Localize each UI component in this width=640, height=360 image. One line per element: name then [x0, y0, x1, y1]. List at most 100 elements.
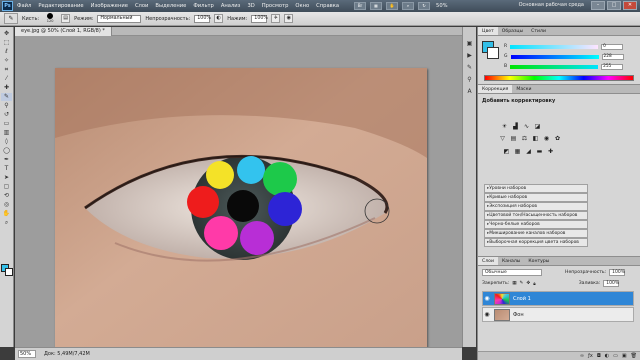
eyedropper-tool-icon[interactable]: ⁄ — [1, 75, 12, 83]
preset-selective-color[interactable]: Выборочная коррекция цвета наборов — [484, 238, 588, 247]
actions-panel-icon[interactable]: ▶ — [465, 51, 475, 60]
layer-opacity-input[interactable]: 100% — [609, 269, 626, 276]
3d-rotate-tool-icon[interactable]: ⟲ — [1, 192, 12, 200]
clone-source-panel-icon[interactable]: ⚲ — [465, 75, 475, 84]
tab-adjustments[interactable]: Коррекция — [478, 85, 513, 93]
zoom-tool-icon[interactable]: ⌕ — [1, 219, 12, 227]
document-size-info[interactable]: Док: 5,49M/7,42M — [44, 351, 90, 357]
history-panel-icon[interactable]: ▣ — [465, 39, 475, 48]
brushes-panel-icon[interactable]: ✎ — [465, 63, 475, 72]
levels-icon[interactable]: ▟ — [511, 123, 520, 131]
history-brush-tool-icon[interactable]: ↺ — [1, 111, 12, 119]
menu-filter[interactable]: Фильтр — [193, 3, 214, 9]
hue-sat-icon[interactable]: ▤ — [509, 135, 518, 143]
minimize-button[interactable]: – — [591, 1, 605, 10]
menu-analysis[interactable]: Анализ — [221, 3, 241, 9]
gradient-tool-icon[interactable]: ▥ — [1, 129, 12, 137]
menu-edit[interactable]: Редактирование — [38, 3, 83, 9]
character-panel-icon[interactable]: A — [465, 87, 475, 96]
brush-panel-toggle-icon[interactable]: ▤ — [61, 14, 71, 23]
curves-icon[interactable]: ∿ — [522, 123, 531, 131]
photo-filter-icon[interactable]: ◉ — [542, 135, 551, 143]
preset-channel-mixer[interactable]: Микширование каналов наборов — [484, 229, 588, 238]
brightness-icon[interactable]: ☀ — [500, 123, 509, 131]
menu-view[interactable]: Просмотр — [262, 3, 289, 9]
airbrush-icon[interactable]: ✈ — [271, 14, 281, 23]
threshold-icon[interactable]: ◢ — [524, 148, 533, 156]
posterize-icon[interactable]: ▦ — [513, 148, 522, 156]
blend-mode-select[interactable]: Нормальный — [97, 14, 142, 23]
menu-image[interactable]: Изображение — [91, 3, 128, 9]
preset-hue-saturation[interactable]: Цветовой тон/Насыщенность наборов — [484, 211, 588, 220]
status-zoom-field[interactable]: 50% — [18, 350, 36, 358]
zoom-level-select[interactable]: 50% — [436, 3, 448, 9]
green-slider[interactable] — [510, 54, 599, 59]
brush-tool-preset-icon[interactable]: ✎ — [4, 13, 18, 24]
layer-style-icon[interactable]: ƒx — [588, 352, 593, 360]
panel-background-color[interactable] — [487, 47, 499, 59]
layer-visibility-eye-icon[interactable]: ◉ — [483, 311, 491, 318]
minibridge-icon[interactable]: ▦ — [370, 2, 383, 10]
lasso-tool-icon[interactable]: ℓ — [1, 48, 12, 56]
link-layers-icon[interactable]: ∞ — [580, 352, 584, 360]
layer-blend-mode-select[interactable]: Обычные — [482, 269, 542, 276]
blur-tool-icon[interactable]: ◊ — [1, 138, 12, 146]
hand-icon[interactable]: ✋ — [386, 2, 399, 10]
add-mask-icon[interactable]: ◘ — [597, 352, 601, 360]
pen-tool-icon[interactable]: ✒ — [1, 156, 12, 164]
type-tool-icon[interactable]: T — [1, 165, 12, 173]
preset-curves[interactable]: Кривые наборов — [484, 193, 588, 202]
new-adjustment-layer-icon[interactable]: ◐ — [605, 352, 609, 360]
preset-levels[interactable]: Уровни наборов — [484, 184, 588, 193]
fill-input[interactable]: 100% — [603, 280, 620, 287]
vibrance-icon[interactable]: ▽ — [498, 135, 507, 143]
document-tab[interactable]: eye.jpg @ 50% (Слой 1, RGB/8) * — [15, 27, 112, 36]
tab-paths[interactable]: Контуры — [524, 257, 553, 265]
move-tool-icon[interactable]: ✥ — [1, 30, 12, 38]
tablet-size-icon[interactable]: ◉ — [284, 14, 294, 23]
exposure-icon[interactable]: ◪ — [533, 123, 542, 131]
crop-tool-icon[interactable]: ⌗ — [1, 66, 12, 74]
tab-styles[interactable]: Стили — [527, 27, 550, 35]
preset-exposure[interactable]: Экспозиция наборов — [484, 202, 588, 211]
invert-icon[interactable]: ◩ — [502, 148, 511, 156]
blue-value-input[interactable]: 255 — [601, 63, 624, 70]
menu-window[interactable]: Окно — [295, 3, 309, 9]
dodge-tool-icon[interactable]: ◯ — [1, 147, 12, 155]
green-value-input[interactable]: 228 — [601, 53, 624, 60]
lock-transparency-icon[interactable]: ▦ — [512, 281, 516, 286]
rotate-view-icon[interactable]: ↻ — [418, 2, 431, 10]
color-balance-icon[interactable]: ⚖ — [520, 135, 529, 143]
bridge-icon[interactable]: Br — [354, 2, 367, 10]
blue-slider[interactable] — [510, 64, 599, 69]
delete-layer-icon[interactable]: 🗑︎ — [631, 352, 637, 360]
menu-layers[interactable]: Слои — [135, 3, 148, 9]
menu-select[interactable]: Выделение — [155, 3, 186, 9]
brush-tool-icon[interactable]: ✎ — [1, 93, 12, 101]
lock-pixels-icon[interactable]: ✎ — [520, 281, 524, 286]
selective-color-icon[interactable]: ✚ — [546, 148, 555, 156]
background-color-swatch[interactable] — [5, 268, 13, 276]
tab-swatches[interactable]: Образцы — [498, 27, 527, 35]
layer-row[interactable]: ◉ Слой 1 — [482, 291, 634, 306]
path-select-tool-icon[interactable]: ➤ — [1, 174, 12, 182]
clone-stamp-tool-icon[interactable]: ⚲ — [1, 102, 12, 110]
eraser-tool-icon[interactable]: ▭ — [1, 120, 12, 128]
maximize-button[interactable]: □ — [607, 1, 621, 10]
menu-3d[interactable]: 3D — [247, 3, 254, 9]
red-slider[interactable] — [510, 44, 599, 49]
gradient-map-icon[interactable]: ▬ — [535, 148, 544, 156]
lock-all-icon[interactable]: 🔒︎ — [533, 281, 535, 287]
tablet-opacity-icon[interactable]: ◐ — [214, 14, 224, 23]
quick-select-tool-icon[interactable]: ✧ — [1, 57, 12, 65]
tab-layers[interactable]: Слои — [478, 257, 498, 265]
lock-position-icon[interactable]: ✥ — [526, 281, 530, 286]
eye-photo-canvas[interactable] — [55, 68, 427, 350]
3d-orbit-tool-icon[interactable]: ◎ — [1, 201, 12, 209]
preset-black-white[interactable]: Черно-белые наборов — [484, 220, 588, 229]
tab-color[interactable]: Цвет — [478, 27, 498, 35]
bw-icon[interactable]: ◧ — [531, 135, 540, 143]
layer-row[interactable]: ◉ Фон — [482, 307, 634, 322]
channel-mixer-icon[interactable]: ✿ — [553, 135, 562, 143]
workspace-switcher[interactable]: Основная рабочая среда — [519, 2, 584, 8]
